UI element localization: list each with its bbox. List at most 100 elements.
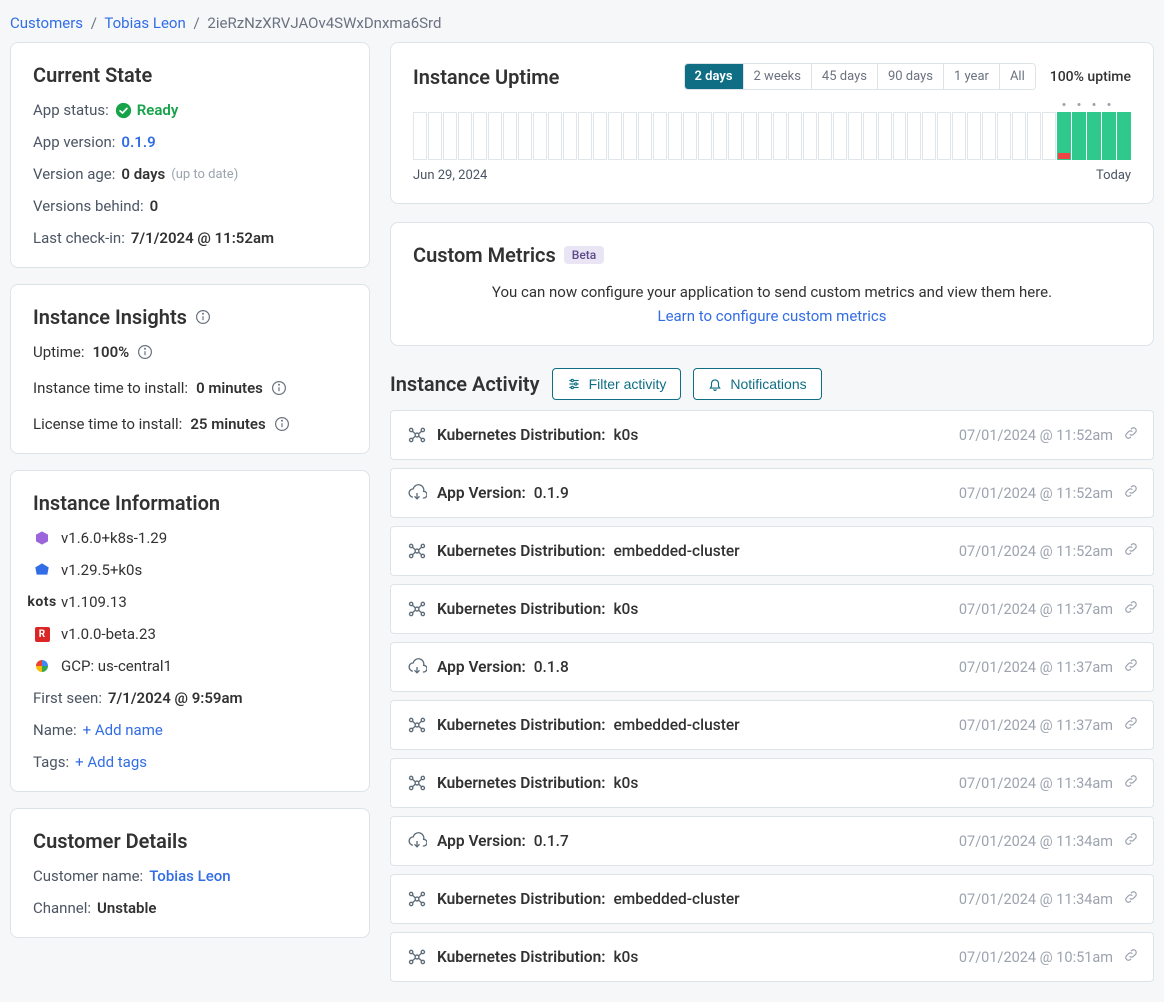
uptime-bar[interactable] — [638, 112, 652, 160]
uptime-range-tab[interactable]: All — [1000, 64, 1035, 89]
permalink-icon[interactable] — [1123, 773, 1139, 793]
uptime-bar[interactable] — [1072, 112, 1086, 160]
uptime-bars[interactable] — [413, 112, 1131, 160]
activity-row[interactable]: Kubernetes Distribution:k0s07/01/2024 @ … — [390, 932, 1154, 982]
uptime-bar[interactable] — [922, 112, 936, 160]
activity-row[interactable]: Kubernetes Distribution:embedded-cluster… — [390, 526, 1154, 576]
activity-time: 07/01/2024 @ 11:52am — [959, 485, 1113, 502]
uptime-bar[interactable] — [997, 112, 1011, 160]
uptime-bar[interactable] — [967, 112, 981, 160]
notifications-button[interactable]: Notifications — [693, 368, 821, 400]
uptime-bar[interactable] — [683, 112, 697, 160]
first-seen-value: 7/1/2024 @ 9:59am — [108, 689, 243, 707]
uptime-bar[interactable] — [773, 112, 787, 160]
uptime-bar[interactable] — [563, 112, 577, 160]
uptime-bar[interactable] — [1057, 112, 1071, 160]
uptime-bar[interactable] — [1012, 112, 1026, 160]
permalink-icon[interactable] — [1123, 889, 1139, 909]
uptime-bar[interactable] — [548, 112, 562, 160]
uptime-bar[interactable] — [443, 112, 457, 160]
permalink-icon[interactable] — [1123, 947, 1139, 967]
activity-row[interactable]: Kubernetes Distribution:k0s07/01/2024 @ … — [390, 584, 1154, 634]
filter-activity-button[interactable]: Filter activity — [552, 368, 682, 400]
info-icon[interactable] — [137, 344, 153, 360]
uptime-bar[interactable] — [488, 112, 502, 160]
permalink-icon[interactable] — [1123, 657, 1139, 677]
breadcrumb-customer[interactable]: Tobias Leon — [104, 14, 185, 32]
instance-activity: Instance Activity Filter activity Notifi… — [390, 364, 1154, 982]
add-tags-button[interactable]: + Add tags — [75, 753, 147, 771]
activity-row[interactable]: App Version:0.1.707/01/2024 @ 11:34am — [390, 816, 1154, 866]
info-icon[interactable] — [274, 416, 290, 432]
activity-row[interactable]: Kubernetes Distribution:k0s07/01/2024 @ … — [390, 410, 1154, 460]
uptime-bar[interactable] — [698, 112, 712, 160]
uptime-bar[interactable] — [608, 112, 622, 160]
uptime-bar[interactable] — [1102, 112, 1116, 160]
instance-info-card: Instance Information v1.6.0+k8s-1.29 v1.… — [10, 470, 370, 792]
uptime-label: Uptime: — [33, 343, 84, 361]
uptime-bar[interactable] — [1042, 112, 1056, 160]
activity-row[interactable]: App Version:0.1.907/01/2024 @ 11:52am — [390, 468, 1154, 518]
uptime-bar[interactable] — [1117, 112, 1131, 160]
uptime-bar[interactable] — [893, 112, 907, 160]
uptime-bar[interactable] — [788, 112, 802, 160]
app-version-value[interactable]: 0.1.9 — [121, 133, 155, 151]
uptime-bar[interactable] — [593, 112, 607, 160]
custom-metrics-link[interactable]: Learn to configure custom metrics — [413, 307, 1131, 325]
activity-time: 07/01/2024 @ 11:52am — [959, 543, 1113, 560]
customer-name-value[interactable]: Tobias Leon — [149, 867, 230, 885]
uptime-bar[interactable] — [758, 112, 772, 160]
uptime-bar[interactable] — [863, 112, 877, 160]
info-icon[interactable] — [195, 309, 211, 325]
uptime-bar[interactable] — [503, 112, 517, 160]
uptime-range-tab[interactable]: 45 days — [812, 64, 878, 89]
uptime-bar[interactable] — [833, 112, 847, 160]
uptime-bar[interactable] — [878, 112, 892, 160]
uptime-bar[interactable] — [623, 112, 637, 160]
activity-row[interactable]: Kubernetes Distribution:k0s07/01/2024 @ … — [390, 758, 1154, 808]
uptime-bar[interactable] — [413, 112, 427, 160]
activity-row[interactable]: App Version:0.1.807/01/2024 @ 11:37am — [390, 642, 1154, 692]
uptime-bar[interactable] — [653, 112, 667, 160]
current-state-title: Current State — [33, 63, 347, 87]
uptime-bar[interactable] — [982, 112, 996, 160]
activity-row[interactable]: Kubernetes Distribution:embedded-cluster… — [390, 700, 1154, 750]
customer-name-label: Customer name: — [33, 867, 143, 885]
uptime-range-tab[interactable]: 2 days — [685, 64, 744, 89]
uptime-bar[interactable] — [1027, 112, 1041, 160]
uptime-bar[interactable] — [713, 112, 727, 160]
uptime-bar[interactable] — [728, 112, 742, 160]
uptime-bar[interactable] — [952, 112, 966, 160]
info-icon[interactable] — [271, 380, 287, 396]
uptime-bar[interactable] — [518, 112, 532, 160]
uptime-bar[interactable] — [668, 112, 682, 160]
uptime-bar[interactable] — [937, 112, 951, 160]
uptime-bar[interactable] — [428, 112, 442, 160]
uptime-bar[interactable] — [743, 112, 757, 160]
uptime-range-tab[interactable]: 1 year — [944, 64, 1000, 89]
breadcrumb-customers[interactable]: Customers — [10, 14, 83, 32]
uptime-bar[interactable] — [907, 112, 921, 160]
insights-card: Instance Insights Uptime: 100% Instance … — [10, 284, 370, 454]
uptime-bar[interactable] — [473, 112, 487, 160]
customer-details-card: Customer Details Customer name: Tobias L… — [10, 808, 370, 938]
uptime-bar[interactable] — [533, 112, 547, 160]
cluster-graph-icon — [405, 947, 429, 967]
uptime-bar[interactable] — [818, 112, 832, 160]
uptime-range-tab[interactable]: 90 days — [878, 64, 944, 89]
uptime-bar[interactable] — [458, 112, 472, 160]
permalink-icon[interactable] — [1123, 425, 1139, 445]
uptime-bar[interactable] — [578, 112, 592, 160]
uptime-bar[interactable] — [1087, 112, 1101, 160]
uptime-bar[interactable] — [848, 112, 862, 160]
activity-row[interactable]: Kubernetes Distribution:embedded-cluster… — [390, 874, 1154, 924]
add-name-button[interactable]: + Add name — [83, 721, 163, 739]
permalink-icon[interactable] — [1123, 483, 1139, 503]
permalink-icon[interactable] — [1123, 541, 1139, 561]
activity-time: 07/01/2024 @ 11:37am — [959, 601, 1113, 618]
uptime-bar[interactable] — [803, 112, 817, 160]
permalink-icon[interactable] — [1123, 831, 1139, 851]
permalink-icon[interactable] — [1123, 715, 1139, 735]
permalink-icon[interactable] — [1123, 599, 1139, 619]
uptime-range-tab[interactable]: 2 weeks — [744, 64, 812, 89]
